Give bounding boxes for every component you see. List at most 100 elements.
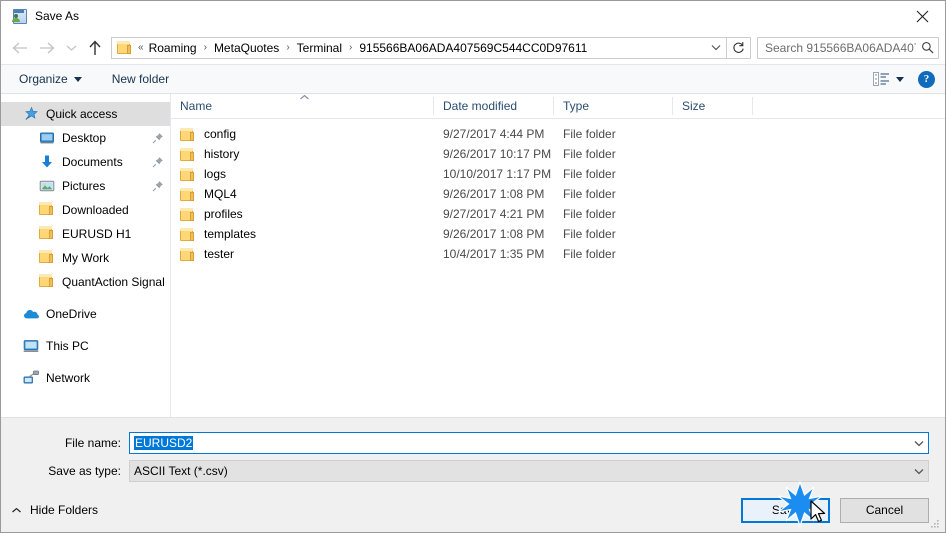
column-header-label: Size (682, 99, 706, 113)
onedrive-icon (23, 306, 39, 322)
sidebar-item-this-pc[interactable]: This PC (1, 334, 170, 358)
folder-icon (180, 207, 196, 221)
folder-icon (117, 40, 133, 55)
savetype-row: Save as type: ASCII Text (*.csv) (1, 460, 945, 482)
network-icon (23, 370, 39, 386)
file-name: logs (204, 167, 227, 181)
change-view-button[interactable] (873, 72, 904, 86)
organize-label: Organize (19, 72, 68, 86)
sidebar-item-downloaded[interactable]: Downloaded (1, 198, 170, 222)
breadcrumb-item-terminal[interactable]: Terminal (294, 41, 345, 55)
help-icon[interactable]: ? (918, 70, 935, 88)
sidebar-item-label: OneDrive (46, 307, 97, 321)
file-date-modified: 9/26/2017 1:08 PM (443, 227, 545, 241)
sidebar-item-label: QuantAction Signal (62, 275, 164, 289)
table-row[interactable]: MQL4 9/26/2017 1:08 PM File folder (171, 184, 945, 204)
title-bar: Save As (1, 1, 945, 31)
breadcrumb-item-roaming[interactable]: Roaming (146, 41, 200, 55)
file-list-header: Name Date modified Type Size (171, 94, 945, 119)
pictures-icon (39, 178, 55, 194)
sidebar-item-quantaction-signal[interactable]: QuantAction Signal (1, 270, 170, 294)
forward-button[interactable] (33, 35, 61, 61)
column-header-type[interactable]: Type (554, 97, 673, 115)
chevron-down-icon (914, 440, 924, 446)
sidebar-item-onedrive[interactable]: OneDrive (1, 302, 170, 326)
save-button[interactable]: Save (741, 497, 830, 523)
savetype-label: Save as type: (48, 464, 121, 478)
organize-button[interactable]: Organize (17, 70, 84, 88)
folder-icon (39, 226, 55, 242)
sidebar-item-quick-access[interactable]: Quick access (1, 102, 170, 126)
table-row[interactable]: tester 10/4/2017 1:35 PM File folder (171, 244, 945, 264)
savetype-select[interactable]: ASCII Text (*.csv) (129, 460, 929, 482)
address-bar[interactable]: « Roaming › MetaQuotes › Terminal › 9155… (111, 36, 727, 59)
breadcrumb-overflow[interactable]: « (136, 42, 146, 53)
breadcrumb-separator[interactable]: › (284, 42, 291, 53)
chevron-down-icon (73, 76, 82, 82)
table-row[interactable]: logs 10/10/2017 1:17 PM File folder (171, 164, 945, 184)
chevron-up-icon (11, 503, 22, 517)
sidebar-item-network[interactable]: Network (1, 366, 170, 390)
dialog-footer: Hide Folders Save Cancel (1, 488, 945, 532)
breadcrumb-separator[interactable]: › (347, 42, 354, 53)
filename-input[interactable]: EURUSD2 (129, 432, 929, 454)
close-button[interactable] (899, 1, 945, 31)
hide-folders-label: Hide Folders (30, 503, 99, 517)
refresh-button[interactable] (727, 36, 751, 59)
star-pin-icon (23, 106, 39, 122)
file-date-modified: 9/27/2017 4:44 PM (443, 127, 545, 141)
breadcrumb-item-current-folder[interactable]: 915566BA06ADA407569C544CC0D97611 (356, 41, 590, 55)
toolbar-right-group: ? (873, 70, 935, 88)
breadcrumb-separator[interactable]: › (202, 42, 209, 53)
sidebar-item-desktop[interactable]: Desktop (1, 126, 170, 150)
filename-dropdown-button[interactable] (910, 440, 928, 447)
search-input[interactable]: Search 915566BA06ADA40756... (757, 36, 939, 59)
file-list-pane: Name Date modified Type Size config 9/27… (171, 94, 945, 417)
folder-icon (180, 187, 196, 201)
column-header-label: Name (180, 99, 213, 113)
address-dropdown-button[interactable] (706, 38, 726, 58)
folder-icon (180, 167, 196, 181)
pin-icon[interactable] (152, 180, 164, 192)
pin-icon[interactable] (152, 156, 164, 168)
sidebar-item-label: Quick access (46, 107, 118, 121)
table-row[interactable]: config 9/27/2017 4:44 PM File folder (171, 124, 945, 144)
back-button[interactable] (5, 35, 33, 61)
chevron-down-icon (711, 45, 721, 51)
folder-icon (180, 227, 196, 241)
arrow-left-icon (12, 42, 27, 53)
sidebar-item-pictures[interactable]: Pictures (1, 174, 170, 198)
help-label: ? (923, 73, 930, 85)
breadcrumb: « Roaming › MetaQuotes › Terminal › 9155… (136, 41, 706, 55)
footer-buttons: Save Cancel (741, 497, 929, 523)
file-name: tester (204, 247, 235, 261)
up-one-level-button[interactable] (81, 35, 109, 61)
breadcrumb-item-metaquotes[interactable]: MetaQuotes (211, 41, 282, 55)
sidebar-item-my-work[interactable]: My Work (1, 246, 170, 270)
chevron-down-icon (66, 45, 76, 51)
cancel-button[interactable]: Cancel (840, 497, 929, 523)
filename-value: EURUSD2 (134, 436, 194, 450)
navigation-sidebar: Quick access Desktop Documents Pictures … (1, 94, 171, 417)
column-header-date-modified[interactable]: Date modified (434, 97, 554, 115)
sidebar-item-label: This PC (46, 339, 89, 353)
savetype-dropdown-button[interactable] (910, 468, 928, 475)
table-row[interactable]: history 9/26/2017 10:17 PM File folder (171, 144, 945, 164)
sidebar-item-label: Network (46, 371, 91, 385)
column-header-size[interactable]: Size (673, 97, 753, 115)
recent-locations-button[interactable] (61, 35, 81, 61)
sidebar-item-documents[interactable]: Documents (1, 150, 170, 174)
table-row[interactable]: profiles 9/27/2017 4:21 PM File folder (171, 204, 945, 224)
sidebar-item-eurusd-h1[interactable]: EURUSD H1 (1, 222, 170, 246)
pin-icon[interactable] (152, 132, 164, 144)
filename-row: File name: EURUSD2 (1, 432, 945, 454)
window-title: Save As (35, 9, 80, 23)
sidebar-item-label: Desktop (62, 131, 107, 145)
new-folder-button[interactable]: New folder (110, 70, 171, 88)
filename-label: File name: (64, 436, 121, 450)
table-row[interactable]: templates 9/26/2017 1:08 PM File folder (171, 224, 945, 244)
file-fields-area: File name: EURUSD2 Save as type: ASCII T… (1, 418, 945, 488)
hide-folders-button[interactable]: Hide Folders (11, 503, 98, 517)
resize-grip-icon[interactable] (929, 517, 941, 529)
